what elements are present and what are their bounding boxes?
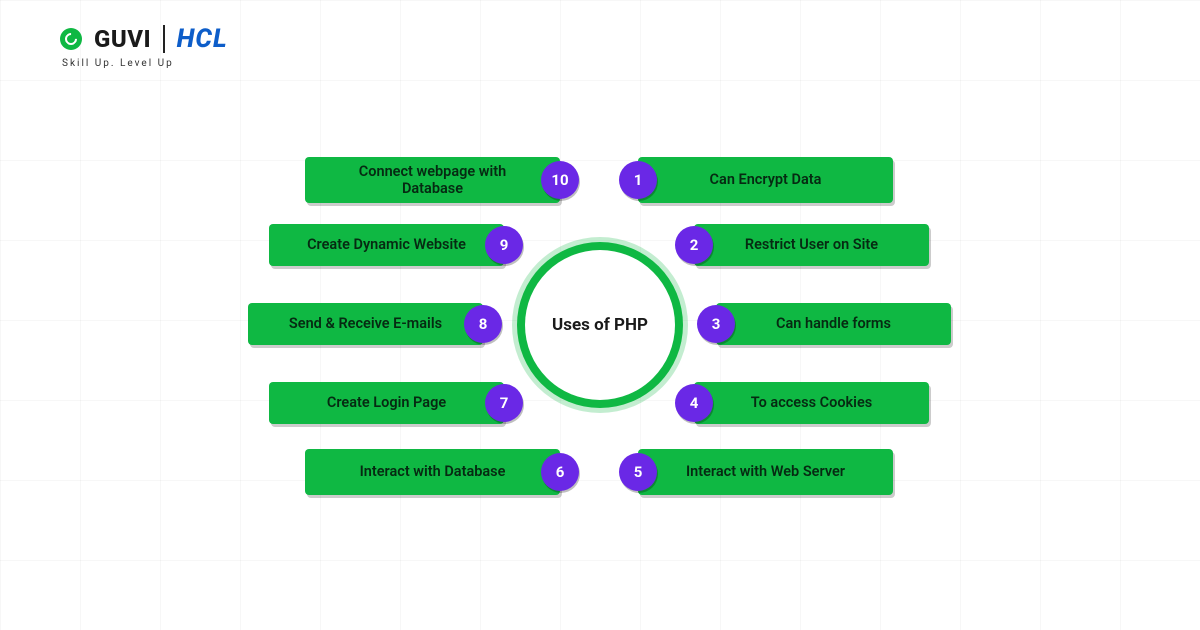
diagram-number-badge: 7	[485, 384, 523, 422]
diagram-item-2: 2 Restrict User on Site	[675, 224, 929, 266]
diagram-item-5: 5 Interact with Web Server	[619, 449, 893, 495]
diagram-label: To access Cookies	[694, 382, 929, 424]
diagram-label: Create Dynamic Website	[269, 224, 504, 266]
diagram-number-badge: 9	[485, 226, 523, 264]
diagram-label: Can Encrypt Data	[638, 157, 893, 203]
diagram-label: Interact with Web Server	[638, 449, 893, 495]
diagram-label: Interact with Database	[305, 449, 560, 495]
diagram-item-1: 1 Can Encrypt Data	[619, 157, 893, 203]
center-hub: Uses of PHP	[525, 250, 675, 400]
diagram-item-8: Send & Receive E-mails 8	[248, 303, 502, 345]
diagram-number-badge: 2	[675, 226, 713, 264]
diagram-label: Restrict User on Site	[694, 224, 929, 266]
diagram-number-badge: 10	[541, 161, 579, 199]
diagram-item-9: Create Dynamic Website 9	[269, 224, 523, 266]
diagram-number-badge: 6	[541, 453, 579, 491]
diagram-label: Connect webpage with Database	[305, 157, 560, 203]
center-hub-label: Uses of PHP	[552, 315, 648, 335]
diagram-number-badge: 1	[619, 161, 657, 199]
diagram-label: Create Login Page	[269, 382, 504, 424]
diagram-canvas: Uses of PHP Connect webpage with Databas…	[0, 0, 1200, 630]
diagram-number-badge: 4	[675, 384, 713, 422]
diagram-item-4: 4 To access Cookies	[675, 382, 929, 424]
diagram-number-badge: 8	[464, 305, 502, 343]
diagram-label: Can handle forms	[716, 303, 951, 345]
diagram-item-10: Connect webpage with Database 10	[305, 157, 579, 203]
diagram-number-badge: 3	[697, 305, 735, 343]
diagram-item-3: 3 Can handle forms	[697, 303, 951, 345]
diagram-item-6: Interact with Database 6	[305, 449, 579, 495]
diagram-item-7: Create Login Page 7	[269, 382, 523, 424]
diagram-number-badge: 5	[619, 453, 657, 491]
diagram-label: Send & Receive E-mails	[248, 303, 483, 345]
